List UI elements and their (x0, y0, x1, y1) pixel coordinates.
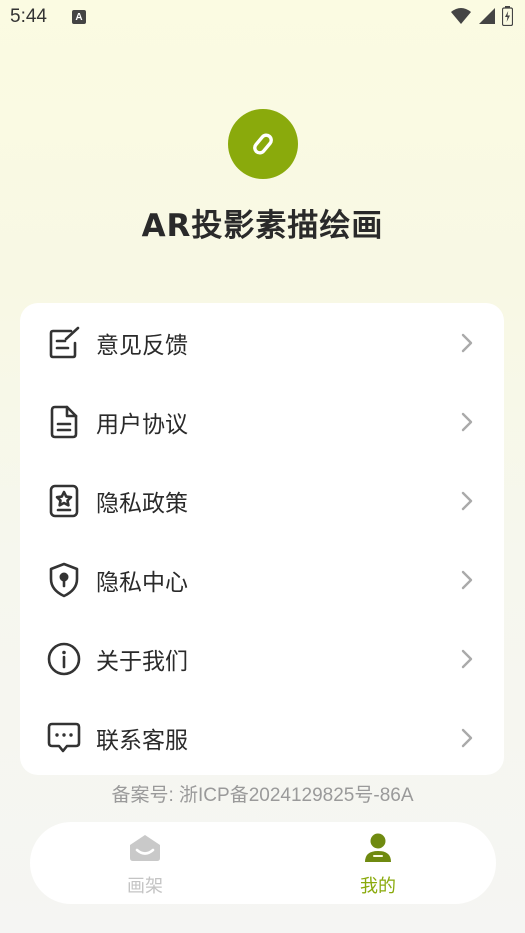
menu-item-privacy-policy[interactable]: 隐私政策 (20, 461, 504, 540)
app-title: AR投影素描绘画 (141, 208, 384, 244)
wifi-icon (451, 8, 471, 24)
battery-icon (502, 6, 513, 26)
notification-app-icon: A (72, 10, 86, 24)
chevron-right-icon (460, 569, 474, 591)
menu-item-about-us[interactable]: 关于我们 (20, 619, 504, 698)
settings-menu-card: 意见反馈 用户协议 隐私政策 隐私中心 关于我们 联系客服 (20, 303, 504, 775)
menu-item-feedback[interactable]: 意见反馈 (20, 303, 504, 382)
menu-item-label: 意见反馈 (96, 332, 188, 359)
chevron-right-icon (460, 648, 474, 670)
menu-item-privacy-center[interactable]: 隐私中心 (20, 540, 504, 619)
easel-icon (129, 832, 161, 864)
chevron-right-icon (460, 727, 474, 749)
chevron-right-icon (460, 332, 474, 354)
tab-mine[interactable]: 我的 (278, 822, 478, 904)
status-bar: 5:44 A (0, 0, 525, 36)
pencil-icon (253, 133, 273, 155)
menu-item-contact-support[interactable]: 联系客服 (20, 698, 504, 777)
menu-item-label: 联系客服 (96, 727, 188, 754)
signal-icon (479, 8, 495, 24)
chevron-right-icon (460, 490, 474, 512)
info-icon (46, 641, 82, 677)
document-icon (46, 404, 82, 440)
menu-item-label: 用户协议 (96, 411, 188, 438)
app-logo (228, 109, 298, 179)
tab-label: 我的 (360, 876, 396, 897)
status-indicators (450, 6, 513, 26)
menu-item-label: 关于我们 (96, 648, 188, 675)
tab-easel[interactable]: 画架 (45, 822, 245, 904)
person-icon (362, 832, 394, 864)
menu-item-label: 隐私中心 (96, 569, 188, 596)
chevron-right-icon (460, 411, 474, 433)
shield-lock-icon (46, 562, 82, 598)
menu-item-user-agreement[interactable]: 用户协议 (20, 382, 504, 461)
bottom-tab-bar: 画架 我的 (30, 822, 496, 904)
chat-icon (46, 720, 82, 756)
status-time: 5:44 (10, 6, 47, 27)
star-badge-icon (46, 483, 82, 519)
icp-record-text: 备案号: 浙ICP备2024129825号-86A (111, 785, 414, 806)
feedback-icon (46, 325, 82, 361)
menu-item-label: 隐私政策 (96, 490, 188, 517)
tab-label: 画架 (127, 876, 163, 897)
